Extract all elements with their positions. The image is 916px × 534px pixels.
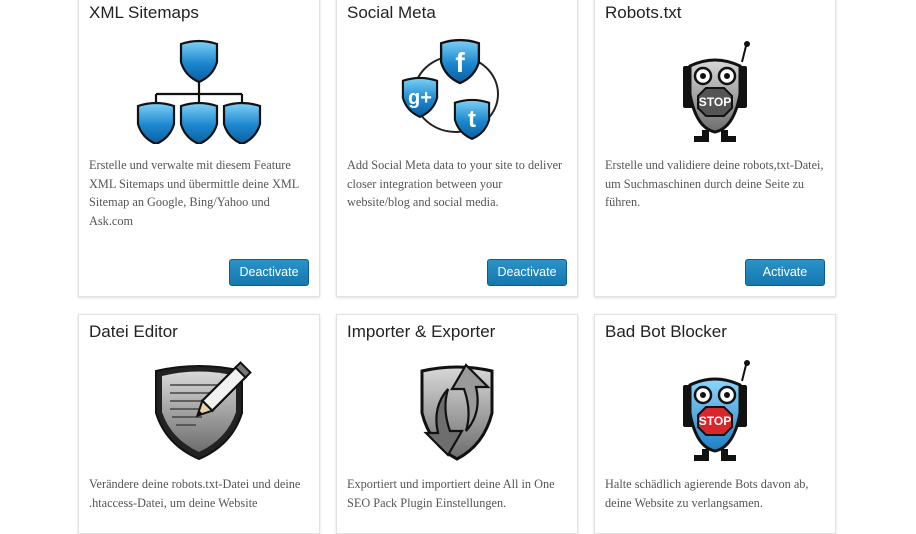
module-card-importer-exporter: Importer & Exporter Exportiert und impor… — [336, 314, 578, 534]
svg-text:STOP: STOP — [699, 414, 731, 428]
robot-stop-icon: STOP — [650, 32, 780, 144]
module-title: Robots.txt — [605, 3, 682, 22]
module-title: Bad Bot Blocker — [605, 322, 727, 341]
module-description: Erstelle und verwalte mit diesem Feature… — [89, 158, 299, 228]
svg-text:t: t — [468, 106, 476, 133]
module-description: Add Social Meta data to your site to del… — [347, 158, 563, 209]
module-card-social-meta: Social Meta f g+ t Add Social Meta data … — [336, 0, 578, 297]
deactivate-button[interactable]: Deactivate — [487, 259, 567, 286]
svg-text:STOP: STOP — [699, 95, 731, 109]
module-card-bad-bot-blocker: Bad Bot Blocker STOP Halte schädlich agi… — [594, 314, 836, 534]
svg-text:g+: g+ — [408, 87, 432, 109]
import-export-icon — [392, 351, 522, 463]
sitemap-icon — [134, 32, 264, 144]
module-card-xml-sitemaps: XML Sitemaps Erstelle und verwalte mit d… — [78, 0, 320, 297]
module-description: Exportiert und importiert deine All in O… — [347, 477, 555, 510]
social-network-icon: f g+ t — [392, 32, 522, 144]
svg-text:f: f — [455, 47, 465, 78]
module-title: Social Meta — [347, 3, 436, 22]
module-description: Verändere deine robots.txt-Datei und dei… — [89, 477, 301, 510]
module-title: XML Sitemaps — [89, 3, 199, 22]
module-title: Datei Editor — [89, 322, 178, 341]
module-card-robots-txt: Robots.txt STOP Erstelle und validiere d… — [594, 0, 836, 297]
bad-bot-icon: STOP — [650, 351, 780, 463]
file-editor-icon — [134, 351, 264, 463]
activate-button[interactable]: Activate — [745, 259, 825, 286]
module-card-datei-editor: Datei Editor Verändere deine robots.txt-… — [78, 314, 320, 534]
deactivate-button[interactable]: Deactivate — [229, 259, 309, 286]
module-title: Importer & Exporter — [347, 322, 496, 341]
module-description: Erstelle und validiere deine robots,txt-… — [605, 158, 824, 209]
module-description: Halte schädlich agierende Bots davon ab,… — [605, 477, 809, 510]
